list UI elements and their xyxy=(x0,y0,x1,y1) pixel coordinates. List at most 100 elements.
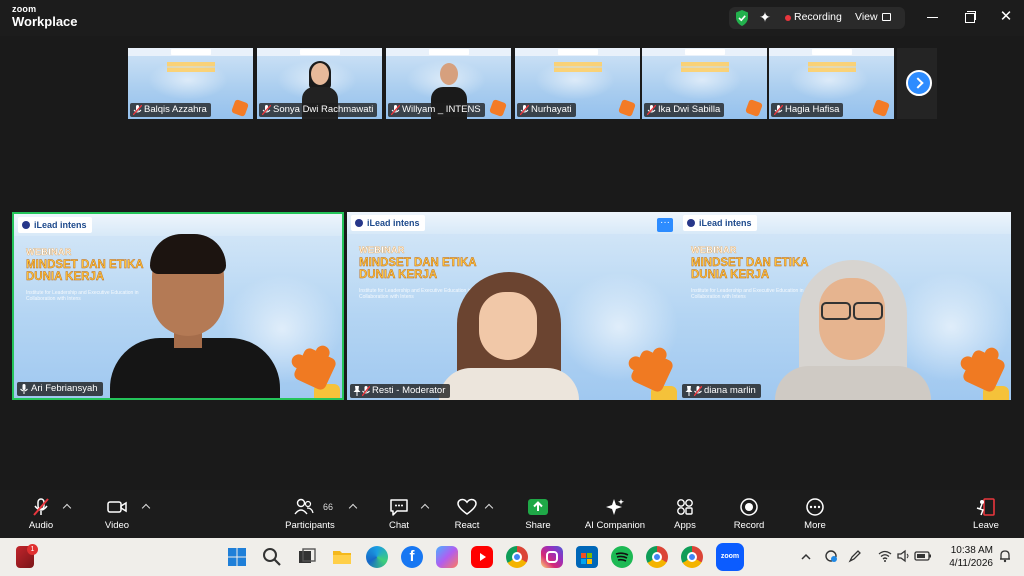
facebook-icon[interactable]: f xyxy=(401,546,423,568)
wifi-icon[interactable] xyxy=(878,549,892,563)
thumbnail-tile[interactable]: Balqis Azzahra xyxy=(128,48,253,119)
mic-muted-icon xyxy=(391,105,400,115)
heart-icon xyxy=(457,498,477,515)
pin-icon xyxy=(685,386,693,396)
mic-muted-icon xyxy=(262,105,271,115)
mic-muted-icon xyxy=(133,105,142,115)
chat-options-caret[interactable] xyxy=(421,502,429,510)
microsoft-store-icon[interactable] xyxy=(576,546,598,568)
thumbnail-tile[interactable]: Ika Dwi Sabilla xyxy=(642,48,767,119)
speaker-icon[interactable] xyxy=(896,549,910,563)
active-speaker-tile[interactable]: iLead intens WEBINAR MINDSET DAN ETIKA D… xyxy=(12,212,344,400)
participant-name-label: diana marlin xyxy=(682,384,761,398)
tray-app-icon[interactable] xyxy=(824,549,838,563)
thumbnail-tile[interactable]: Willyam _ INTENS xyxy=(386,48,511,119)
more-button[interactable]: More xyxy=(802,498,828,531)
apps-button[interactable]: Apps xyxy=(672,498,698,531)
mic-on-icon xyxy=(20,384,28,394)
ai-sparkle-icon xyxy=(606,499,624,515)
puzzle-graphic xyxy=(618,99,636,117)
puzzle-graphic xyxy=(745,99,763,117)
video-options-caret[interactable] xyxy=(142,502,150,510)
windows-start-icon[interactable] xyxy=(226,546,248,568)
participant-name-label: Sonya Dwi Rachmawati xyxy=(259,103,378,117)
chat-button[interactable]: Chat xyxy=(386,498,412,531)
participant-tile[interactable]: iLead intens WEBINAR MINDSET DAN ETIKA D… xyxy=(679,212,1011,400)
participant-name-label: Willyam _ INTENS xyxy=(388,103,485,117)
taskbar-clock[interactable]: 10:38 AM 4/11/2026 xyxy=(943,544,993,570)
mic-muted-icon xyxy=(647,105,656,115)
instagram-icon[interactable] xyxy=(541,546,563,568)
ilead-logo: iLead intens xyxy=(683,215,757,231)
participant-name-label: Ari Febriansyah xyxy=(17,382,103,396)
pen-icon[interactable] xyxy=(848,549,862,563)
participant-tile[interactable]: iLead intens WEBINAR MINDSET DAN ETIKA D… xyxy=(347,212,679,400)
notification-bell-icon[interactable] xyxy=(998,549,1012,563)
chrome-icon[interactable] xyxy=(506,546,528,568)
youtube-icon[interactable] xyxy=(471,546,493,568)
view-button[interactable]: View xyxy=(855,11,891,23)
ai-companion-button[interactable]: AI Companion xyxy=(583,498,647,531)
battery-icon[interactable] xyxy=(914,549,932,563)
windows-taskbar: 1 f zoom 10:38 AM 4/11/2026 xyxy=(0,538,1024,576)
participants-icon xyxy=(294,498,314,515)
close-window-button[interactable]: ✕ xyxy=(997,8,1015,26)
react-options-caret[interactable] xyxy=(485,502,493,510)
minimize-window-button[interactable] xyxy=(924,8,942,26)
video-button[interactable]: Video xyxy=(100,498,134,531)
zoom-app-icon[interactable]: zoom xyxy=(716,543,744,571)
record-button[interactable]: Record xyxy=(733,498,765,531)
more-ellipsis-icon xyxy=(806,498,824,516)
webinar-label: WEBINAR xyxy=(691,245,737,255)
meeting-toolbar: Audio Video Participants 66 Chat React S… xyxy=(0,490,1024,538)
ilead-logo: iLead intens xyxy=(351,215,425,231)
copilot-icon[interactable] xyxy=(436,546,458,568)
task-view-icon[interactable] xyxy=(296,546,318,568)
chrome-profile-icon[interactable] xyxy=(646,546,668,568)
mic-muted-icon xyxy=(694,386,702,396)
clock-time: 10:38 AM xyxy=(950,545,993,556)
mic-muted-icon xyxy=(362,386,370,396)
chevron-up-icon[interactable] xyxy=(800,551,812,563)
brand-zoom: zoom xyxy=(12,4,37,14)
participant-count: 66 xyxy=(323,502,334,512)
share-screen-icon xyxy=(528,499,548,515)
participant-name-label: Balqis Azzahra xyxy=(130,103,211,117)
leave-button[interactable]: Leave xyxy=(972,498,1000,531)
thumbnail-tile[interactable]: Sonya Dwi Rachmawati xyxy=(257,48,382,119)
participant-video xyxy=(439,272,579,400)
video-camera-icon xyxy=(107,501,127,513)
participant-video xyxy=(775,260,931,400)
search-icon[interactable] xyxy=(261,546,283,568)
clock-date: 4/11/2026 xyxy=(949,558,993,569)
restore-window-button[interactable] xyxy=(961,8,979,26)
participant-name-label: Hagia Hafisa xyxy=(771,103,844,117)
audio-button[interactable]: Audio xyxy=(24,498,58,531)
recording-dot-icon xyxy=(785,15,791,21)
apps-icon xyxy=(677,499,693,515)
next-page-button[interactable] xyxy=(906,70,932,96)
view-label: View xyxy=(855,11,878,23)
pin-icon xyxy=(353,386,361,396)
spotify-icon[interactable] xyxy=(611,546,633,568)
file-explorer-icon[interactable] xyxy=(331,546,353,568)
thumbnail-tile[interactable]: Hagia Hafisa xyxy=(769,48,894,119)
more-options-button[interactable]: ··· xyxy=(657,218,673,232)
thumbnail-tile[interactable]: Nurhayati xyxy=(515,48,640,119)
participant-video xyxy=(110,230,280,398)
chrome-profile-icon[interactable] xyxy=(681,546,703,568)
leave-door-icon xyxy=(976,498,995,516)
participant-name-label: Resti - Moderator xyxy=(350,384,451,398)
ai-sparkle-icon[interactable]: ✦ xyxy=(757,9,773,25)
recording-status[interactable]: Recording xyxy=(794,11,842,23)
share-button[interactable]: Share xyxy=(524,498,552,531)
edge-browser-icon[interactable] xyxy=(366,546,388,568)
brand-workplace: Workplace xyxy=(12,14,78,29)
puzzle-graphic xyxy=(231,99,249,117)
participants-options-caret[interactable] xyxy=(349,502,357,510)
audio-options-caret[interactable] xyxy=(63,502,71,510)
react-button[interactable]: React xyxy=(452,498,482,531)
ilead-logo: iLead intens xyxy=(18,217,92,233)
mic-muted-icon xyxy=(774,105,783,115)
security-shield-icon[interactable] xyxy=(735,10,749,26)
